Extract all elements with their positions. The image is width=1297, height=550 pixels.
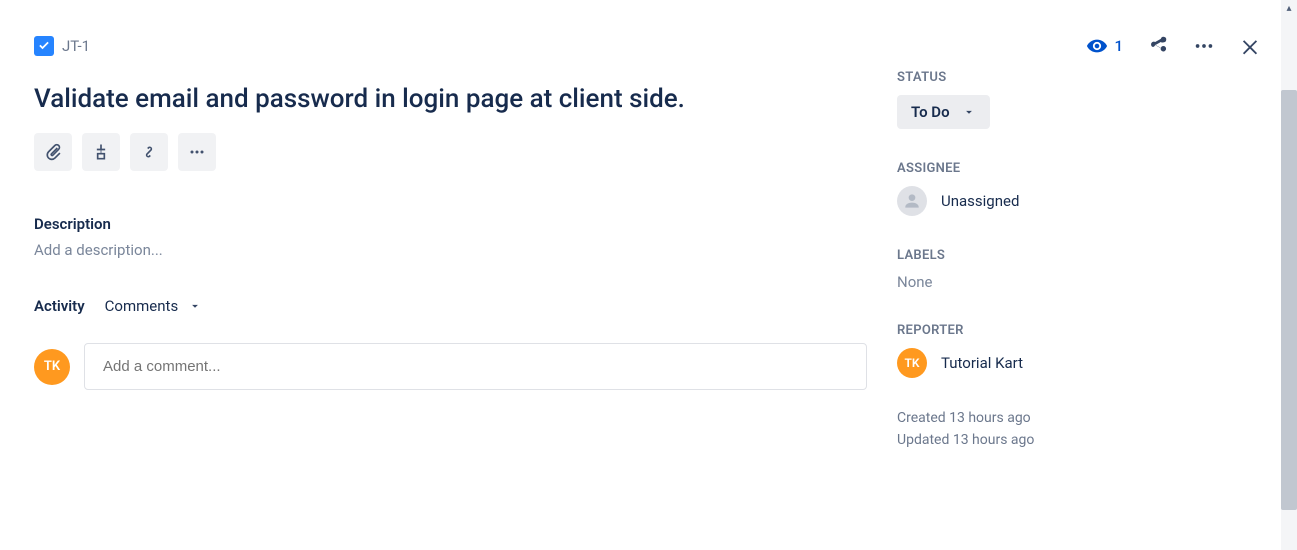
paperclip-icon [43, 142, 63, 162]
watch-count: 1 [1114, 37, 1123, 55]
description-label: Description [34, 215, 867, 233]
activity-filter-label: Comments [105, 297, 179, 315]
close-button[interactable] [1239, 35, 1261, 57]
description-field[interactable]: Add a description... [34, 241, 867, 259]
watch-button[interactable]: 1 [1086, 35, 1123, 57]
status-label: STATUS [897, 70, 1267, 85]
share-icon [1147, 35, 1169, 57]
link-button[interactable] [130, 133, 168, 171]
ellipsis-icon [187, 142, 207, 162]
header-actions: 1 [1086, 35, 1261, 57]
header-row: JT-1 1 [34, 30, 1261, 62]
main-column: Validate email and password in login pag… [0, 0, 897, 550]
scrollbar-thumb[interactable] [1281, 90, 1297, 510]
issue-title[interactable]: Validate email and password in login pag… [34, 84, 867, 115]
link-icon [139, 142, 159, 162]
assignee-value: Unassigned [941, 192, 1019, 210]
ellipsis-icon [1193, 35, 1215, 57]
reporter-avatar: TK [897, 348, 927, 378]
assignee-field[interactable]: Unassigned [897, 186, 1267, 216]
eye-icon [1086, 35, 1108, 57]
comment-row: TK [34, 343, 867, 390]
status-value: To Do [911, 103, 950, 121]
toolbar [34, 133, 867, 171]
labels-value[interactable]: None [897, 273, 1267, 291]
side-panel: STATUS To Do ASSIGNEE Unassigned LABELS … [897, 0, 1297, 550]
person-icon [902, 191, 922, 211]
more-tools-button[interactable] [178, 133, 216, 171]
assignee-label: ASSIGNEE [897, 161, 1267, 176]
updated-timestamp: Updated 13 hours ago [897, 432, 1267, 448]
close-icon [1239, 35, 1261, 57]
reporter-label: REPORTER [897, 323, 1267, 338]
share-button[interactable] [1147, 35, 1169, 57]
chevron-down-icon [188, 299, 202, 313]
comment-input[interactable] [84, 343, 867, 390]
activity-row: Activity Comments [34, 297, 867, 315]
more-actions-button[interactable] [1193, 35, 1215, 57]
issue-type-icon [34, 36, 54, 56]
reporter-value: Tutorial Kart [941, 354, 1023, 372]
attach-button[interactable] [34, 133, 72, 171]
status-dropdown[interactable]: To Do [897, 95, 990, 129]
breadcrumb[interactable]: JT-1 [34, 36, 90, 56]
issue-view-container: JT-1 1 Validate email and password in lo… [0, 0, 1297, 550]
chevron-down-icon [962, 105, 976, 119]
labels-block: LABELS None [897, 248, 1267, 291]
assignee-avatar [897, 186, 927, 216]
child-issue-icon [91, 142, 111, 162]
current-user-avatar: TK [34, 349, 70, 385]
add-child-button[interactable] [82, 133, 120, 171]
created-timestamp: Created 13 hours ago [897, 410, 1267, 426]
assignee-block: ASSIGNEE Unassigned [897, 161, 1267, 216]
labels-label: LABELS [897, 248, 1267, 263]
reporter-block: REPORTER TK Tutorial Kart [897, 323, 1267, 378]
status-block: STATUS To Do [897, 70, 1267, 129]
reporter-field[interactable]: TK Tutorial Kart [897, 348, 1267, 378]
issue-key[interactable]: JT-1 [62, 37, 90, 55]
scroll-up-arrow[interactable]: ▴ [1281, 0, 1297, 16]
activity-filter-dropdown[interactable]: Comments [105, 297, 203, 315]
activity-label: Activity [34, 297, 85, 315]
timestamps: Created 13 hours ago Updated 13 hours ag… [897, 410, 1267, 448]
